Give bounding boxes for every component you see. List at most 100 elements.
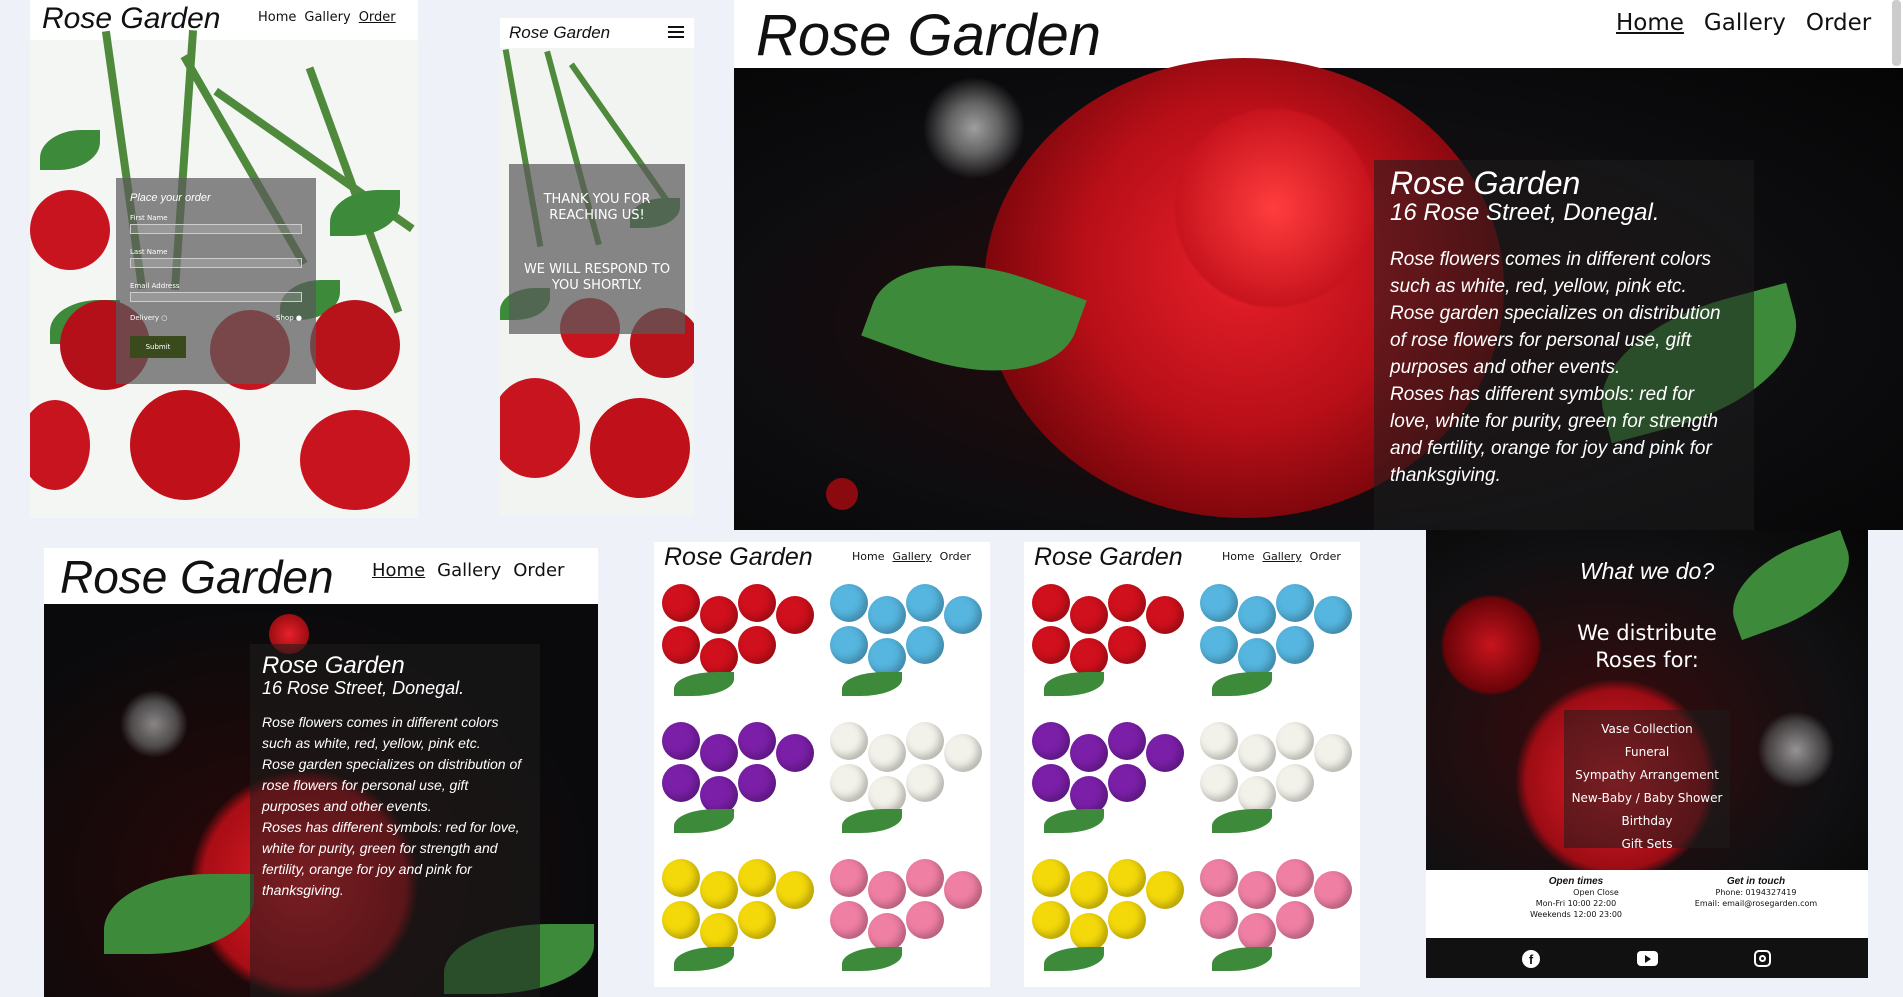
main-nav: Home Gallery Order: [1222, 550, 1341, 563]
brand-logo[interactable]: Rose Garden: [756, 2, 1101, 69]
service-item: Birthday: [1621, 814, 1673, 828]
thanks-line-1: THANK YOU FOR REACHING US!: [543, 192, 651, 223]
phone: Phone: 0194327419: [1715, 888, 1797, 897]
delivery-radio[interactable]: Delivery ○: [130, 314, 167, 322]
delivery-options: Delivery ○ Shop ●: [130, 314, 302, 322]
open-times-title: Open times: [1548, 876, 1604, 887]
hero-info-box: Rose Garden 16 Rose Street, Donegal. Ros…: [1374, 160, 1754, 530]
service-item: Gift Sets: [1621, 837, 1673, 851]
open-times-head: Open Close: [1573, 888, 1619, 897]
home-desktop-mockup: Rose Garden Home Gallery Order Rose Gard…: [734, 0, 1903, 530]
weekend-hours: Weekends 12:00 23:00: [1529, 910, 1623, 919]
hero-address: 16 Rose Street, Donegal.: [262, 678, 465, 698]
email-address: Email: email@rosegarden.com: [1694, 899, 1818, 908]
gallery-mockup-1: Rose Garden Home Gallery Order: [654, 542, 990, 987]
services-subtitle: We distribute Roses for:: [1577, 621, 1717, 672]
gallery-image[interactable]: [822, 849, 990, 987]
email-label: Email Address: [130, 282, 180, 290]
footer-info: Open times Open Close Mon-Fri 10:00 22:0…: [1426, 870, 1868, 938]
gallery-grid: [1024, 574, 1360, 987]
service-item: Funeral: [1624, 745, 1670, 759]
gallery-image[interactable]: [1192, 849, 1360, 987]
gallery-image[interactable]: [822, 711, 990, 850]
last-name-input[interactable]: [130, 258, 302, 268]
nav-gallery[interactable]: Gallery: [892, 550, 931, 563]
brand-logo[interactable]: Rose Garden: [509, 23, 610, 43]
gallery-image[interactable]: [822, 574, 990, 712]
nav-order[interactable]: Order: [513, 560, 564, 581]
weekday-hours: Mon-Fri 10:00 22:00: [1535, 899, 1617, 908]
nav-order[interactable]: Order: [940, 550, 971, 563]
hero-address: 16 Rose Street, Donegal.: [1390, 199, 1660, 226]
hero-paragraph-1: Rose flowers comes in different colors s…: [1390, 249, 1712, 297]
order-page-mockup: Rose Garden Home Gallery Order Place you…: [30, 0, 418, 518]
nav-gallery[interactable]: Gallery: [1704, 10, 1786, 36]
service-item: Vase Collection: [1601, 722, 1693, 736]
main-nav: Home Gallery Order: [258, 10, 396, 25]
service-item: New-Baby / Baby Shower: [1571, 791, 1723, 805]
hero-paragraph-3: Roses has different symbols: red for lov…: [262, 819, 520, 898]
hero-name: Rose Garden: [1390, 165, 1581, 201]
nav-home[interactable]: Home: [372, 560, 425, 581]
nav-home[interactable]: Home: [1616, 10, 1684, 36]
home-tablet-mockup: Rose Garden Home Gallery Order Rose Gard…: [44, 548, 598, 997]
contact-title: Get in touch: [1726, 876, 1786, 887]
hero-name: Rose Garden: [262, 652, 405, 679]
hero-info-box: Rose Garden 16 Rose Street, Donegal. Ros…: [250, 644, 540, 997]
main-nav: Home Gallery Order: [1616, 10, 1871, 36]
email-input[interactable]: [130, 292, 302, 302]
youtube-icon[interactable]: [1637, 951, 1658, 966]
social-bar: f: [1426, 938, 1868, 978]
submit-button[interactable]: Submit: [130, 336, 186, 358]
services-title: What we do?: [1579, 558, 1715, 584]
open-times: Open times Open Close Mon-Fri 10:00 22:0…: [1506, 876, 1646, 920]
gallery-image[interactable]: [654, 849, 822, 987]
first-name-input[interactable]: [130, 224, 302, 234]
hero-paragraph-2: Rose garden specializes on distribution …: [1390, 303, 1721, 378]
gallery-image[interactable]: [1024, 711, 1192, 850]
gallery-image[interactable]: [1024, 574, 1192, 712]
gallery-image[interactable]: [654, 574, 822, 712]
gallery-image[interactable]: [1024, 849, 1192, 987]
thanks-line-2: WE WILL RESPOND TO YOU SHORTLY.: [523, 262, 671, 293]
scrollbar[interactable]: [1892, 0, 1901, 66]
gallery-grid: [654, 574, 990, 987]
nav-order[interactable]: Order: [1806, 10, 1871, 36]
gallery-image[interactable]: [654, 711, 822, 850]
contact: Get in touch Phone: 0194327419 Email: em…: [1666, 876, 1846, 909]
gallery-mockup-2: Rose Garden Home Gallery Order: [1024, 542, 1360, 987]
brand-logo[interactable]: Rose Garden: [1034, 543, 1183, 572]
shop-radio[interactable]: Shop ●: [276, 314, 302, 322]
thank-you-header: Rose Garden: [500, 18, 694, 48]
nav-order[interactable]: Order: [359, 10, 396, 25]
services-footer-mockup: What we do? We distribute Roses for: Vas…: [1426, 530, 1868, 978]
hamburger-menu-icon[interactable]: [668, 26, 684, 39]
facebook-icon[interactable]: f: [1522, 950, 1540, 968]
nav-home[interactable]: Home: [852, 550, 884, 563]
nav-gallery[interactable]: Gallery: [1262, 550, 1301, 563]
gallery-header: Rose Garden Home Gallery Order: [654, 542, 990, 574]
gallery-image[interactable]: [1192, 574, 1360, 712]
thank-you-page-mockup: Rose Garden THANK YOU FOR REACHING US! W…: [500, 18, 694, 516]
gallery-header: Rose Garden Home Gallery Order: [1024, 542, 1360, 574]
first-name-label: First Name: [130, 214, 168, 222]
brand-logo[interactable]: Rose Garden: [664, 543, 813, 572]
service-item: Sympathy Arrangement: [1575, 768, 1719, 782]
main-nav: Home Gallery Order: [852, 550, 971, 563]
hero-paragraph-2: Rose garden specializes on distribution …: [262, 756, 522, 814]
brand-logo[interactable]: Rose Garden: [60, 550, 334, 604]
nav-home[interactable]: Home: [258, 10, 296, 25]
nav-gallery[interactable]: Gallery: [437, 560, 501, 581]
nav-gallery[interactable]: Gallery: [304, 10, 350, 25]
hero-paragraph-3: Roses has different symbols: red for lov…: [1390, 384, 1719, 486]
instagram-icon[interactable]: [1754, 950, 1771, 967]
gallery-image[interactable]: [1192, 711, 1360, 850]
thank-you-box: THANK YOU FOR REACHING US! WE WILL RESPO…: [509, 164, 685, 334]
main-nav: Home Gallery Order: [372, 560, 564, 581]
nav-home[interactable]: Home: [1222, 550, 1254, 563]
home-header: Rose Garden Home Gallery Order: [44, 548, 598, 604]
nav-order[interactable]: Order: [1310, 550, 1341, 563]
order-form: Place your order First Name Last Name Em…: [116, 178, 316, 384]
services-list: Vase Collection Funeral Sympathy Arrange…: [1564, 710, 1730, 851]
home-header: Rose Garden Home Gallery Order: [734, 0, 1903, 68]
